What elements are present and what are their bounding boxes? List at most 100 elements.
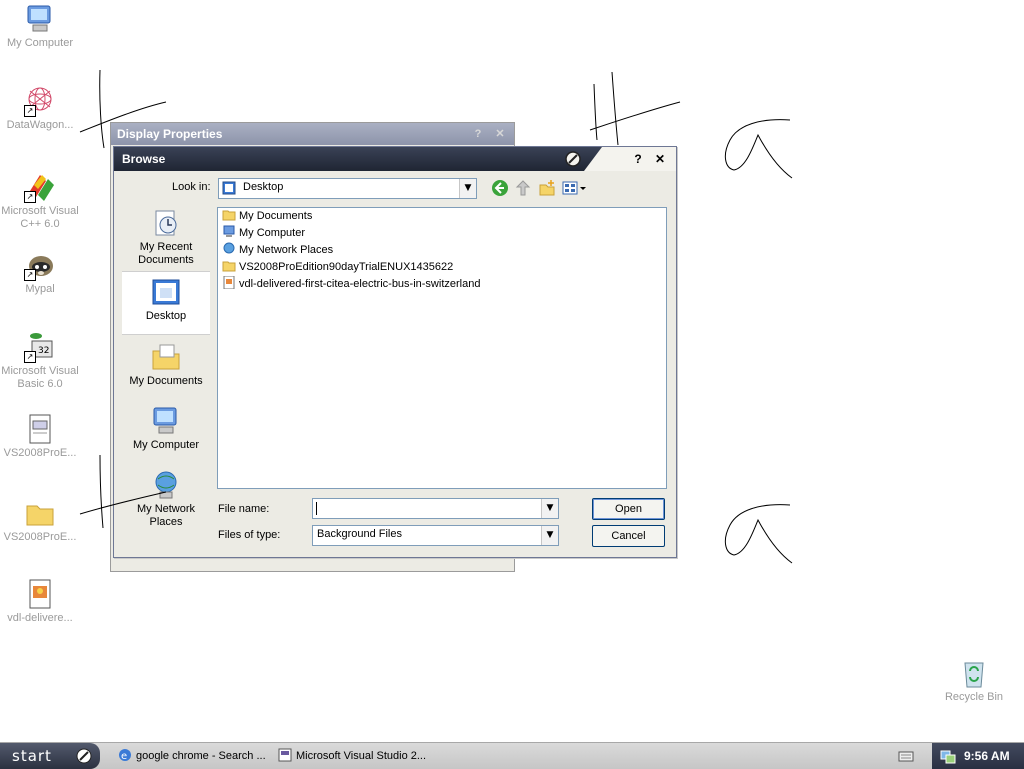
place-my-documents[interactable]: My Documents	[122, 341, 210, 399]
desktop-icon-label: Microsoft Visual C++ 6.0	[1, 205, 79, 230]
my-documents-icon	[150, 341, 182, 373]
desktop-icon-visual-basic[interactable]: 32 ↗ Microsoft Visual Basic 6.0	[0, 331, 80, 391]
my-computer-icon	[223, 225, 235, 237]
browse-titlebar[interactable]: Browse ? ✕	[114, 147, 676, 171]
desktop-icon-vs2008-folder[interactable]: VS2008ProE...	[0, 497, 80, 544]
chevron-down-icon[interactable]: ▼	[541, 526, 558, 545]
close-icon[interactable]: ✕	[492, 126, 508, 142]
place-label: My Documents	[129, 375, 203, 387]
close-icon[interactable]: ✕	[652, 151, 668, 167]
internet-explorer-icon: e	[119, 749, 131, 762]
desktop-icon-vs2008-file[interactable]: VS2008ProE...	[0, 413, 80, 460]
list-item[interactable]: VS2008ProEdition90dayTrialENUX1435622	[218, 259, 666, 276]
my-documents-icon	[222, 210, 236, 221]
network-places-icon	[223, 242, 235, 254]
svg-text:e: e	[121, 751, 127, 762]
file-name: My Documents	[239, 210, 313, 222]
place-label: My Network Places	[136, 503, 196, 528]
new-folder-icon[interactable]	[538, 179, 556, 197]
desktop-icon-vdl-image[interactable]: vdl-delivere...	[0, 578, 80, 625]
places-bar: My Recent Documents Desktop My Documents…	[122, 203, 210, 533]
folder-icon	[24, 497, 56, 529]
keyboard-icon[interactable]	[898, 748, 914, 764]
desktop-icon-mypal[interactable]: ↗ Mypal	[0, 249, 80, 296]
files-of-type-label: Files of type:	[218, 529, 281, 541]
file-name-label: File name:	[218, 503, 270, 515]
help-icon[interactable]: ?	[470, 126, 486, 142]
datawagon-icon: ↗	[24, 85, 56, 117]
desktop-icon-label: My Computer	[6, 37, 74, 49]
up-folder-icon[interactable]	[514, 179, 532, 197]
file-name: My Computer	[239, 227, 306, 239]
desktop-icon-label: Recycle Bin	[944, 691, 1004, 703]
list-item[interactable]: My Computer	[218, 225, 666, 242]
desktop-icon-label: Microsoft Visual Basic 6.0	[1, 365, 79, 390]
desktop-icon-label: vdl-delivere...	[7, 612, 73, 624]
desktop-icon-recycle-bin[interactable]: Recycle Bin	[934, 657, 1014, 704]
display-properties-titlebar[interactable]: Display Properties ? ✕	[111, 123, 514, 145]
svg-text:32: 32	[38, 346, 49, 356]
place-label: My Computer	[132, 439, 200, 451]
place-desktop[interactable]: Desktop	[122, 271, 210, 335]
views-menu-icon[interactable]	[562, 179, 586, 197]
open-button[interactable]: Open	[592, 498, 665, 520]
visual-studio-icon	[278, 748, 292, 762]
task-label: Microsoft Visual Studio 2...	[296, 750, 427, 762]
cancel-button[interactable]: Cancel	[592, 525, 665, 547]
visual-cpp-icon: ↗	[24, 171, 56, 203]
mypal-raccoon-icon: ↗	[24, 249, 56, 281]
desktop-icon-visual-cpp[interactable]: ↗ Microsoft Visual C++ 6.0	[0, 171, 80, 231]
place-label: Desktop	[145, 310, 187, 322]
shortcut-arrow-icon: ↗	[24, 191, 36, 203]
place-my-network-places[interactable]: My Network Places	[122, 469, 210, 531]
recycle-bin-icon	[958, 657, 990, 689]
files-of-type-value: Background Files	[317, 528, 402, 540]
desktop-icon-label: VS2008ProE...	[3, 531, 77, 543]
files-of-type-dropdown[interactable]: Background Files ▼	[312, 525, 559, 546]
place-label: My Recent Documents	[138, 241, 194, 266]
file-name: My Network Places	[239, 244, 334, 256]
place-my-recent-documents[interactable]: My Recent Documents	[122, 207, 210, 269]
system-tray: 9:56 AM	[932, 743, 1024, 769]
document-file-icon	[24, 413, 56, 445]
back-icon[interactable]	[491, 179, 509, 197]
start-button[interactable]: start	[0, 743, 100, 769]
desktop-icon-label: DataWagon...	[6, 119, 74, 131]
clock[interactable]: 9:56 AM	[964, 743, 1010, 769]
list-item[interactable]: My Network Places	[218, 242, 666, 259]
place-my-computer[interactable]: My Computer	[122, 405, 210, 463]
file-list[interactable]: My Documents My Computer My Network Plac…	[217, 207, 667, 489]
help-icon[interactable]: ?	[630, 151, 646, 167]
theme-logo-icon	[565, 151, 581, 167]
task-label: google chrome - Search ...	[136, 750, 266, 762]
taskbar-item-chrome[interactable]: e google chrome - Search ...	[114, 745, 270, 767]
desktop-icon	[222, 181, 236, 195]
taskbar-item-visual-studio[interactable]: Microsoft Visual Studio 2...	[274, 745, 434, 767]
folder-icon	[222, 261, 236, 272]
shortcut-arrow-icon: ↗	[24, 351, 36, 363]
dialog-title: Browse	[122, 152, 166, 166]
shortcut-arrow-icon: ↗	[24, 105, 36, 117]
network-status-icon[interactable]	[940, 748, 956, 764]
desktop-icon-datawagon[interactable]: ↗ DataWagon...	[0, 85, 80, 132]
text-cursor	[316, 502, 317, 515]
chevron-down-icon[interactable]: ▼	[541, 499, 558, 518]
my-computer-icon	[24, 3, 56, 35]
image-file-icon	[223, 276, 235, 289]
browse-dialog: Browse ? ✕ Look in: Desktop ▼ My Recent …	[113, 146, 677, 558]
look-in-label: Look in:	[172, 181, 211, 193]
shortcut-arrow-icon: ↗	[24, 269, 36, 281]
look-in-dropdown[interactable]: Desktop ▼	[218, 178, 477, 199]
my-computer-icon	[150, 405, 182, 437]
network-places-icon	[150, 469, 182, 501]
desktop-icon	[150, 276, 182, 308]
file-name: VS2008ProEdition90dayTrialENUX1435622	[239, 261, 454, 273]
start-label: start	[12, 747, 52, 765]
window-title: Display Properties	[117, 127, 223, 141]
list-item[interactable]: My Documents	[218, 208, 666, 225]
desktop-icon-my-computer[interactable]: My Computer	[0, 3, 80, 50]
recent-documents-icon	[150, 207, 182, 239]
file-name-input[interactable]: ▼	[312, 498, 559, 519]
list-item[interactable]: vdl-delivered-first-citea-electric-bus-i…	[218, 276, 666, 293]
chevron-down-icon[interactable]: ▼	[459, 179, 476, 198]
